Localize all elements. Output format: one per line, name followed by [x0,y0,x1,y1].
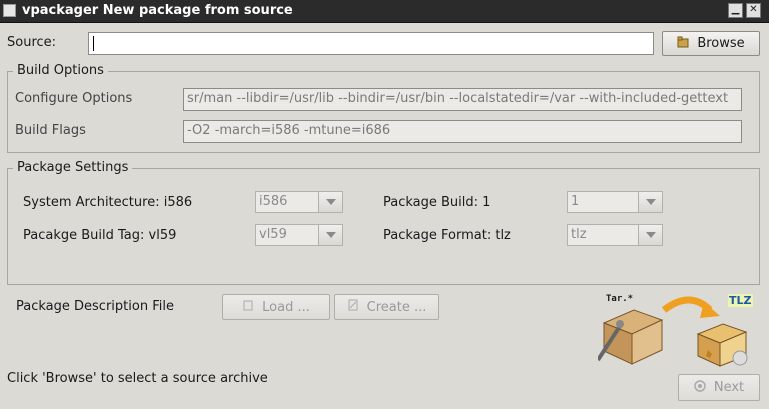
build-flags-label: Build Flags [15,123,86,138]
build-tag-combo[interactable]: vl59 [255,224,343,246]
chevron-down-icon [319,224,343,246]
new-file-icon [347,299,359,315]
create-button[interactable]: Create ... [334,294,439,320]
package-settings-title: Package Settings [13,160,133,175]
system-architecture-label: System Architecture: i586 [23,195,193,210]
chevron-down-icon [639,191,663,213]
build-tag-value: vl59 [255,224,319,246]
load-button[interactable]: Load ... [222,294,330,320]
build-flags-field[interactable]: -O2 -march=i586 -mtune=i686 [183,120,742,143]
window-title: vpackager New package from source [22,3,293,18]
folder-icon [677,36,689,52]
status-text: Click 'Browse' to select a source archiv… [7,371,268,386]
load-label: Load ... [262,299,310,315]
build-tag-label: Pacakge Build Tag: vl59 [23,228,177,243]
browse-button[interactable]: Browse [662,31,760,56]
build-options-title: Build Options [13,63,108,78]
source-label: Source: [7,35,57,50]
minimize-button[interactable]: ▁ [728,3,743,18]
next-icon [694,379,706,396]
package-format-value: tlz [567,224,639,246]
window-menu-icon[interactable] [3,4,16,17]
create-label: Create ... [366,299,427,315]
next-label: Next [713,380,745,395]
configure-options-field[interactable]: sr/man --libdir=/usr/lib --bindir=/usr/b… [183,88,742,111]
architecture-value: i586 [255,191,319,213]
description-file-label: Package Description File [16,299,174,314]
close-button[interactable]: ✕ [746,3,761,18]
package-build-combo[interactable]: 1 [567,191,663,213]
package-build-value: 1 [567,191,639,213]
package-conversion-illustration: Tar.* TLZ [596,288,768,368]
package-format-label: Package Format: tlz [383,228,511,243]
source-input[interactable] [88,32,654,55]
tlz-label: TLZ [728,294,753,307]
open-file-icon [242,299,254,315]
chevron-down-icon [639,224,663,246]
title-bar[interactable]: vpackager New package from source ▁ ✕ [0,0,769,23]
package-build-label: Package Build: 1 [383,195,491,210]
chevron-down-icon [319,191,343,213]
configure-options-label: Configure Options [15,91,133,106]
tar-label: Tar.* [606,294,634,304]
next-button[interactable]: Next [678,374,760,401]
package-format-combo[interactable]: tlz [567,224,663,246]
browse-label: Browse [697,36,745,51]
architecture-combo[interactable]: i586 [255,191,343,213]
text-cursor [93,36,94,51]
